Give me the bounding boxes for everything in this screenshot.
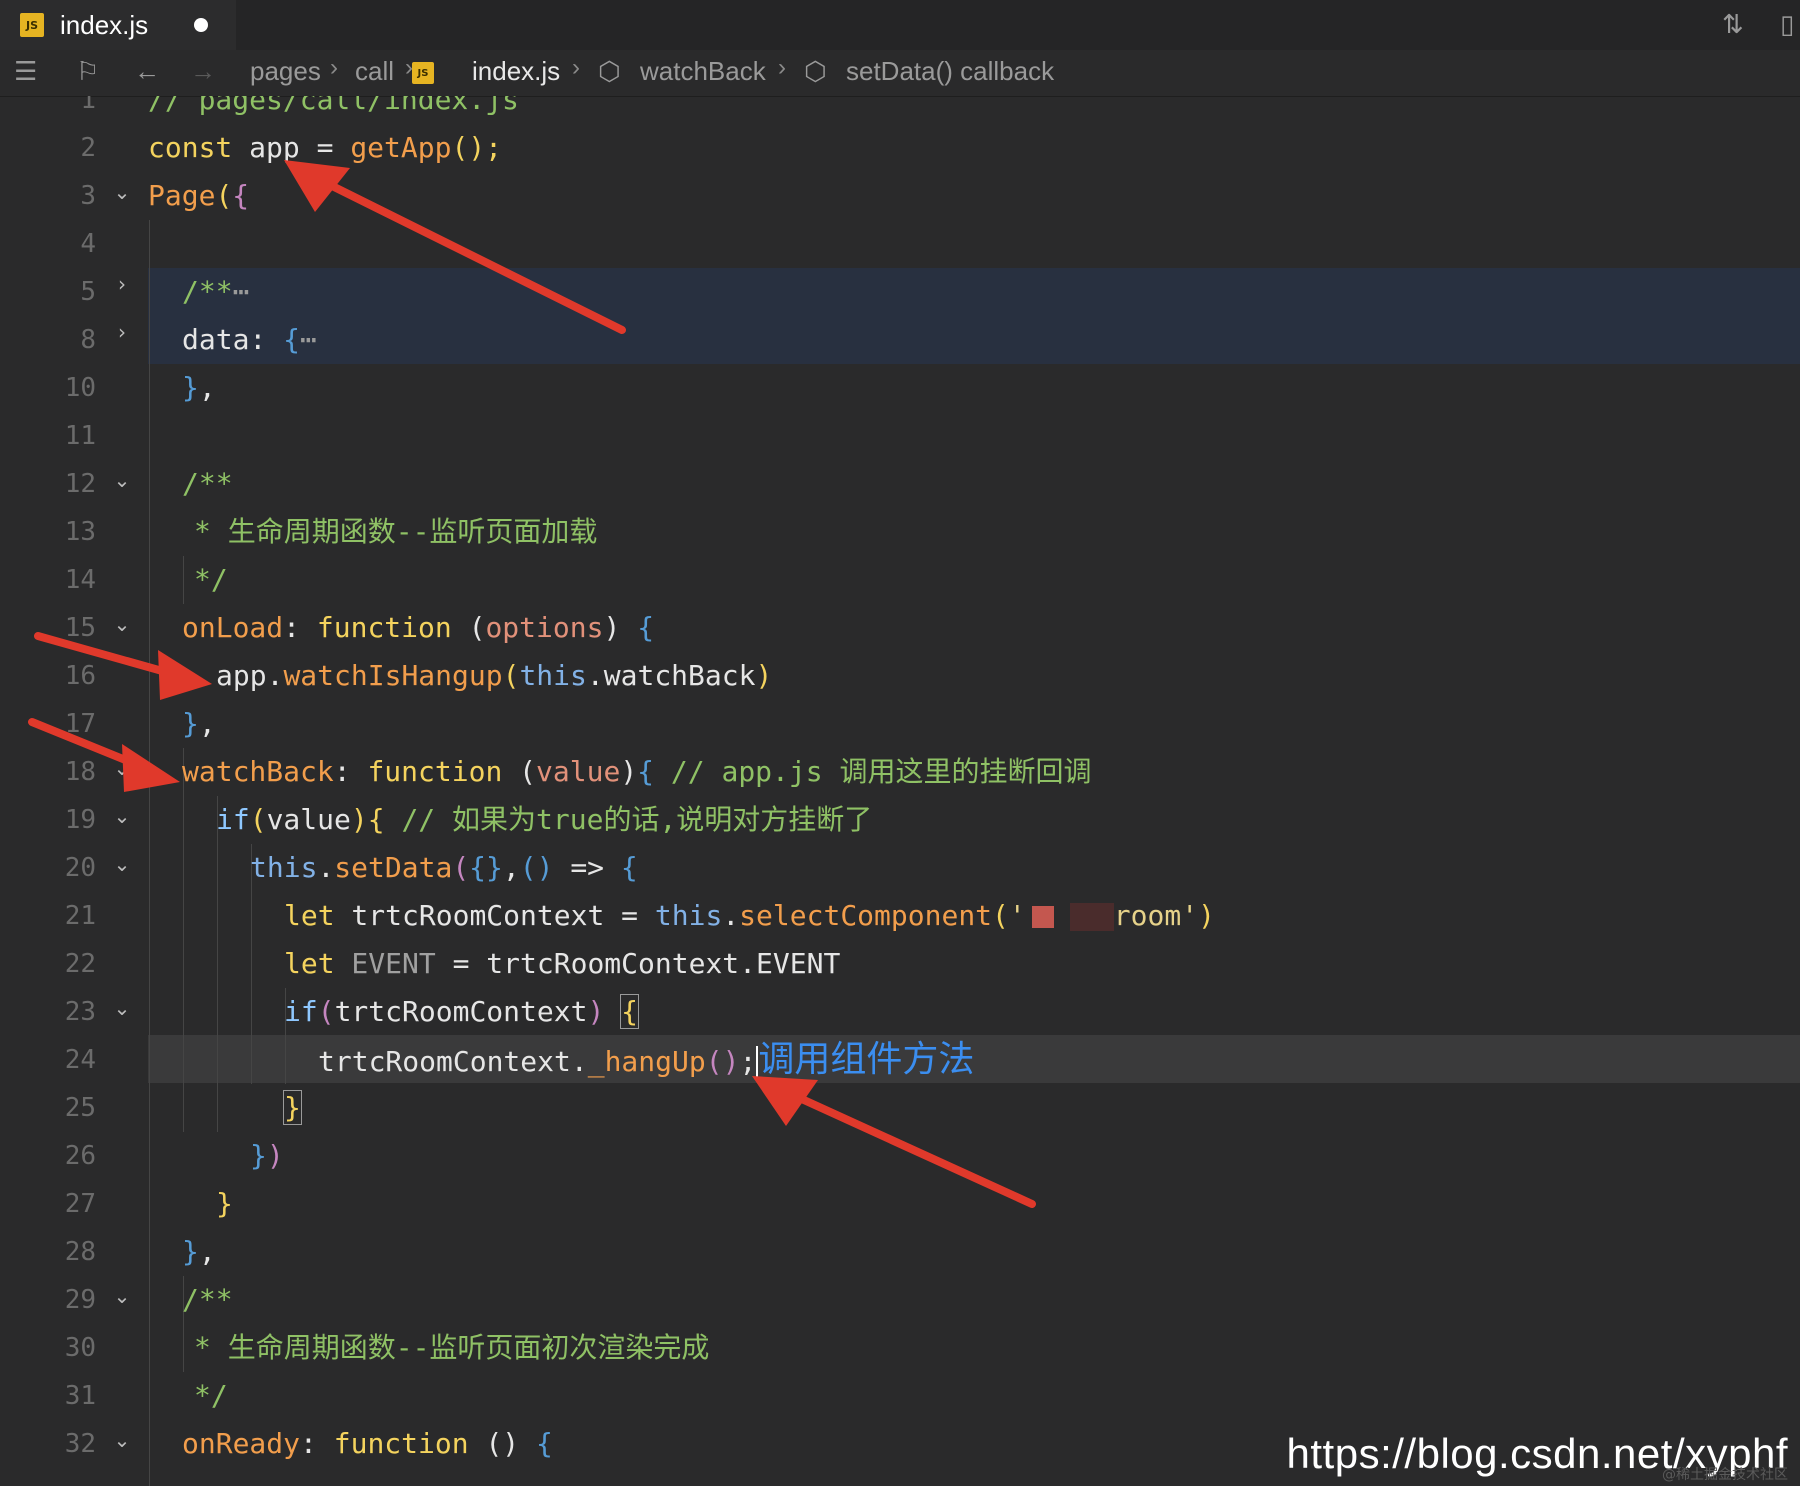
line-number: 13 bbox=[64, 517, 96, 547]
fold-chevron-down-icon[interactable]: ⌄ bbox=[110, 984, 134, 1032]
line-number: 2 bbox=[80, 133, 96, 163]
code-line-27[interactable]: } bbox=[148, 1180, 233, 1228]
line-number: 4 bbox=[80, 229, 96, 259]
code-line-20[interactable]: this.setData({},() => { bbox=[148, 844, 638, 892]
code-line-2[interactable]: const app = getApp(); bbox=[148, 124, 502, 172]
code-line-13[interactable]: * 生命周期函数--监听页面加载 bbox=[148, 508, 597, 556]
compare-icon[interactable]: ⇅ bbox=[1722, 10, 1744, 40]
line-number: 32 bbox=[64, 1429, 96, 1459]
split-editor-icon[interactable]: ▯ bbox=[1780, 10, 1794, 40]
code-line-17[interactable]: }, bbox=[148, 700, 216, 748]
line-number: 16 bbox=[64, 661, 96, 691]
breadcrumb-file[interactable]: index.js bbox=[472, 56, 560, 87]
annotation-label: 调用组件方法 bbox=[758, 1039, 975, 1080]
line-number: 18 bbox=[64, 757, 96, 787]
line-number: 26 bbox=[64, 1141, 96, 1171]
fold-chevron-right-icon[interactable]: › bbox=[110, 308, 134, 356]
code-line-10[interactable]: }, bbox=[148, 364, 216, 412]
code-editor[interactable]: 1 2 3 ⌄ 4 5 › 8 › 10 11 12 ⌄ 13 14 15 ⌄ … bbox=[0, 96, 1800, 1486]
line-number: 21 bbox=[64, 901, 96, 931]
folded-ellipsis[interactable]: ⋯ bbox=[300, 323, 317, 356]
line-number: 23 bbox=[64, 997, 96, 1027]
line-number: 25 bbox=[64, 1093, 96, 1123]
fold-chevron-down-icon[interactable]: ⌄ bbox=[110, 168, 134, 216]
line-number: 20 bbox=[64, 853, 96, 883]
line-number: 22 bbox=[64, 949, 96, 979]
cube-icon: ⬡ bbox=[598, 56, 621, 86]
line-number-gutter: 1 2 3 ⌄ 4 5 › 8 › 10 11 12 ⌄ 13 14 15 ⌄ … bbox=[0, 96, 148, 1486]
bookmark-icon[interactable]: ⚐ bbox=[76, 56, 99, 87]
code-line-31[interactable]: */ bbox=[148, 1372, 228, 1420]
code-line-24[interactable]: trtcRoomContext._hangUp();调用组件方法 bbox=[148, 1036, 974, 1084]
chevron-right-icon: › bbox=[572, 54, 580, 81]
breadcrumb-call[interactable]: call bbox=[355, 56, 394, 87]
code-line-21[interactable]: let trtcRoomContext = this.selectCompone… bbox=[148, 892, 1215, 940]
list-icon[interactable]: ☰ bbox=[14, 56, 37, 87]
folded-ellipsis[interactable]: ⋯ bbox=[233, 275, 250, 308]
code-line-23[interactable]: if(trtcRoomContext) { bbox=[148, 988, 640, 1036]
redacted-mark bbox=[1069, 903, 1114, 931]
folded-region-highlight bbox=[148, 268, 1800, 364]
line-number: 28 bbox=[64, 1237, 96, 1267]
code-line-29[interactable]: /** bbox=[148, 1276, 233, 1324]
code-line-16[interactable]: app.watchIsHangup(this.watchBack) bbox=[148, 652, 772, 700]
line-number: 5 bbox=[80, 277, 96, 307]
code-line-26[interactable]: }) bbox=[148, 1132, 284, 1180]
line-number: 29 bbox=[64, 1285, 96, 1315]
line-number: 17 bbox=[64, 709, 96, 739]
code-line-22[interactable]: let EVENT = trtcRoomContext.EVENT bbox=[148, 940, 840, 988]
breadcrumb-watchback[interactable]: watchBack bbox=[640, 56, 766, 87]
code-line-30[interactable]: * 生命周期函数--监听页面初次渲染完成 bbox=[148, 1324, 709, 1372]
watermark-sub: @稀土掘金技术社区 bbox=[1662, 1467, 1788, 1483]
line-number: 1 bbox=[80, 96, 96, 115]
breadcrumb-pages[interactable]: pages bbox=[250, 56, 321, 87]
code-line-1[interactable]: // pages/call/index.js bbox=[148, 96, 519, 124]
back-arrow-icon[interactable]: ← bbox=[134, 56, 160, 87]
chevron-right-icon: › bbox=[778, 54, 786, 81]
code-line-18[interactable]: watchBack: function (value){ // app.js 调… bbox=[148, 748, 1091, 796]
fold-chevron-down-icon[interactable]: ⌄ bbox=[110, 456, 134, 504]
line-number: 14 bbox=[64, 565, 96, 595]
code-line-28[interactable]: }, bbox=[148, 1228, 216, 1276]
line-number: 24 bbox=[64, 1045, 96, 1075]
js-file-icon: JS bbox=[412, 62, 434, 84]
line-number: 31 bbox=[64, 1381, 96, 1411]
fold-chevron-down-icon[interactable]: ⌄ bbox=[110, 840, 134, 888]
line-number: 10 bbox=[64, 373, 96, 403]
code-line-3[interactable]: Page({ bbox=[148, 172, 249, 220]
fold-chevron-down-icon[interactable]: ⌄ bbox=[110, 1416, 134, 1464]
line-number: 27 bbox=[64, 1189, 96, 1219]
fold-chevron-down-icon[interactable]: ⌄ bbox=[110, 744, 134, 792]
code-line-8[interactable]: data: {⋯ bbox=[148, 316, 317, 364]
tab-file-name: index.js bbox=[60, 9, 149, 40]
line-number: 30 bbox=[64, 1333, 96, 1363]
editor-tab[interactable]: JS index.js bbox=[0, 0, 236, 50]
code-line-14[interactable]: */ bbox=[148, 556, 228, 604]
line-number: 12 bbox=[64, 469, 96, 499]
forward-arrow-icon[interactable]: → bbox=[190, 56, 216, 87]
fold-chevron-down-icon[interactable]: ⌄ bbox=[110, 792, 134, 840]
tab-bar: JS index.js ⇅ ▯ bbox=[0, 0, 1800, 50]
fold-chevron-down-icon[interactable]: ⌄ bbox=[110, 600, 134, 648]
fold-chevron-right-icon[interactable]: › bbox=[110, 260, 134, 308]
cube-icon: ⬡ bbox=[804, 56, 827, 86]
code-line-15[interactable]: onLoad: function (options) { bbox=[148, 604, 654, 652]
fold-chevron-down-icon[interactable]: ⌄ bbox=[110, 1272, 134, 1320]
chevron-right-icon: › bbox=[330, 54, 338, 81]
breadcrumb: ☰ ⚐ ← → pages › call › JS index.js › ⬡ w… bbox=[0, 50, 1800, 97]
code-line-32[interactable]: onReady: function () { bbox=[148, 1420, 553, 1468]
redacted-mark bbox=[1031, 906, 1054, 928]
code-line-12[interactable]: /** bbox=[148, 460, 233, 508]
code-line-25[interactable]: } bbox=[148, 1084, 302, 1132]
line-number: 19 bbox=[64, 805, 96, 835]
unsaved-dot-icon[interactable] bbox=[194, 18, 209, 32]
code-line-19[interactable]: if(value){ // 如果为true的话,说明对方挂断了 bbox=[148, 796, 872, 844]
breadcrumb-setdata-callback[interactable]: setData() callback bbox=[846, 56, 1054, 87]
line-number: 3 bbox=[80, 181, 96, 211]
code-line-5[interactable]: /**⋯ bbox=[148, 268, 249, 316]
line-number: 8 bbox=[80, 325, 96, 355]
js-file-icon: JS bbox=[20, 13, 44, 37]
line-number: 15 bbox=[64, 613, 96, 643]
line-number: 11 bbox=[64, 421, 96, 451]
